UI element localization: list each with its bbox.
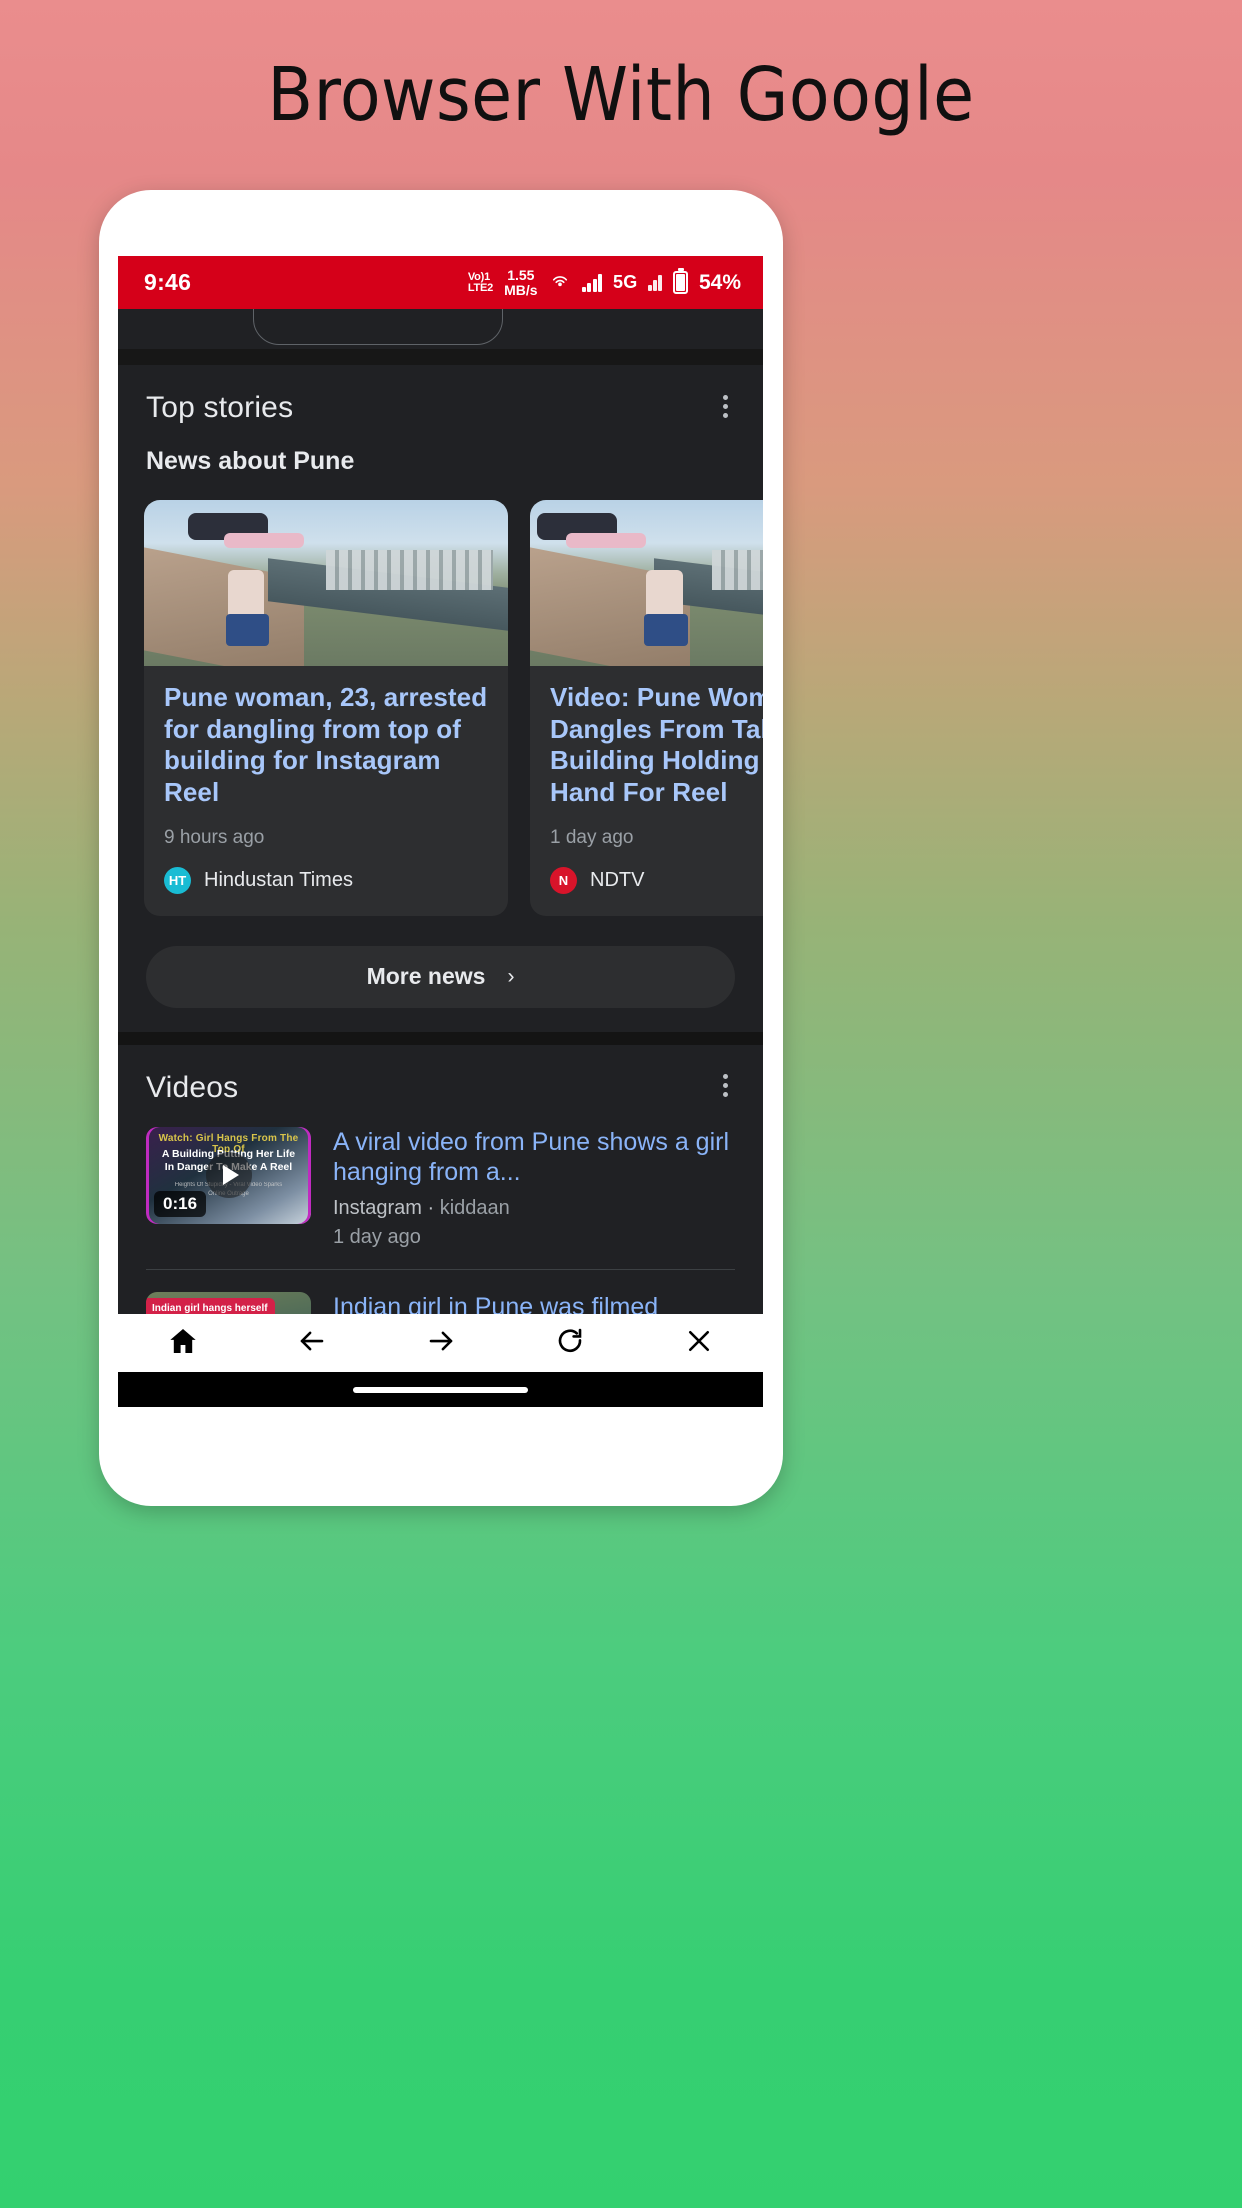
news-card[interactable]: Video: Pune Woman Dangles From Tall Buil…	[530, 500, 763, 916]
news-thumbnail	[144, 500, 508, 666]
news-card-title[interactable]: Pune woman, 23, arrested for dangling fr…	[164, 682, 488, 809]
source-name: NDTV	[590, 868, 645, 891]
video-list-item[interactable]: Watch: Girl Hangs From The Top Of A Buil…	[118, 1105, 763, 1269]
top-stories-header: Top stories	[118, 365, 763, 425]
browser-navigation-bar	[118, 1314, 763, 1372]
news-card-body: Video: Pune Woman Dangles From Tall Buil…	[530, 666, 763, 916]
news-card-title[interactable]: Video: Pune Woman Dangles From Tall Buil…	[550, 682, 763, 809]
video-channel: kiddaan	[439, 1196, 510, 1219]
forward-button[interactable]	[376, 1326, 505, 1361]
back-button[interactable]	[247, 1326, 376, 1361]
close-button[interactable]	[634, 1326, 763, 1361]
status-bar: 9:46 Vo)1 LTE2 1.55 MB/s 5G 54%	[118, 256, 763, 309]
video-time: 1 day ago	[333, 1225, 421, 1248]
battery-icon	[672, 268, 688, 294]
kebab-menu-icon[interactable]	[715, 394, 735, 422]
news-card[interactable]: Pune woman, 23, arrested for dangling fr…	[144, 500, 508, 916]
top-stories-subtitle: News about Pune	[146, 447, 355, 475]
video-source: Instagram · kiddaan	[333, 1197, 735, 1220]
gesture-bar[interactable]	[118, 1372, 763, 1407]
status-clock: 9:46	[144, 269, 192, 295]
play-icon[interactable]	[205, 1152, 252, 1199]
news-card-source: HT Hindustan Times	[164, 866, 488, 894]
news-card-time: 9 hours ago	[164, 826, 265, 848]
phone-frame: 9:46 Vo)1 LTE2 1.55 MB/s 5G 54% Top stor…	[99, 190, 783, 1506]
browser-viewport: Q g Top stories News about Pune	[118, 309, 763, 1407]
volte-icon: Vo)1 LTE2	[467, 270, 494, 294]
arrow-right-icon	[424, 1326, 458, 1361]
home-button[interactable]	[118, 1325, 247, 1362]
arrow-left-icon	[295, 1326, 329, 1361]
news-carousel[interactable]: Pune woman, 23, arrested for dangling fr…	[118, 476, 763, 916]
home-icon	[167, 1325, 199, 1362]
status-indicators: Vo)1 LTE2 1.55 MB/s 5G 54%	[467, 266, 741, 298]
source-logo-icon: N	[550, 866, 577, 894]
signal-bars-secondary-icon	[648, 274, 662, 291]
separator-dot: ·	[427, 1196, 435, 1219]
page-title: Browser With Google	[267, 52, 975, 138]
video-title[interactable]: A viral video from Pune shows a girl han…	[333, 1127, 735, 1187]
reload-button[interactable]	[505, 1326, 634, 1361]
section-divider	[118, 1031, 763, 1045]
network-type: 5G	[613, 272, 638, 292]
network-speed: 1.55 MB/s	[504, 266, 538, 298]
phone-screen: 9:46 Vo)1 LTE2 1.55 MB/s 5G 54% Top stor…	[118, 256, 763, 1407]
video-meta: A viral video from Pune shows a girl han…	[333, 1127, 735, 1249]
more-news-label: More news	[366, 963, 486, 990]
news-card-body: Pune woman, 23, arrested for dangling fr…	[144, 666, 508, 916]
video-thumbnail[interactable]: Watch: Girl Hangs From The Top Of A Buil…	[146, 1126, 311, 1224]
signal-bars-icon	[581, 273, 603, 292]
news-card-time: 1 day ago	[550, 826, 634, 848]
close-icon	[684, 1326, 714, 1361]
chevron-right-icon: ›	[507, 964, 515, 988]
top-stories-title: Top stories	[146, 391, 294, 424]
videos-title: Videos	[146, 1070, 239, 1104]
video-duration: 0:16	[154, 1190, 207, 1217]
hotspot-icon	[549, 271, 571, 295]
source-name: Hindustan Times	[204, 868, 353, 891]
source-logo-icon: HT	[164, 866, 191, 894]
search-input[interactable]: Q g	[253, 309, 503, 345]
video-source-name: Instagram	[333, 1196, 422, 1219]
more-news-button[interactable]: More news ›	[146, 945, 735, 1008]
kebab-menu-icon[interactable]	[715, 1074, 735, 1101]
videos-header: Videos	[118, 1045, 763, 1105]
news-card-source: N NDTV	[550, 866, 763, 894]
news-thumbnail	[530, 500, 763, 666]
search-strip: Q g	[118, 309, 763, 349]
battery-percent: 54%	[698, 270, 741, 294]
top-stories-section: Top stories News about Pune Pune woman, …	[118, 365, 763, 1032]
reload-icon	[554, 1326, 586, 1361]
section-gap	[118, 349, 763, 365]
